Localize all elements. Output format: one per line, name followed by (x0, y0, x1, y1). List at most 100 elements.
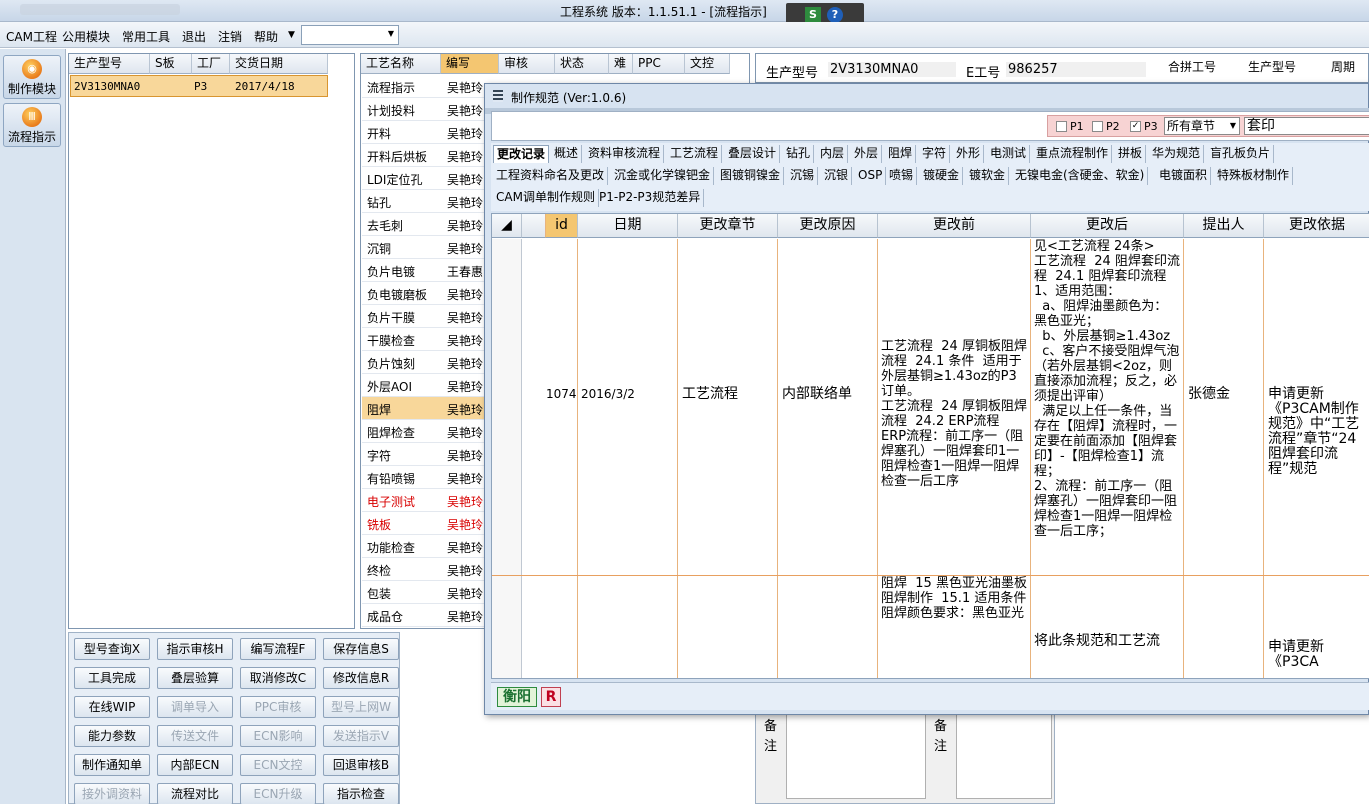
col-header-doc-control[interactable]: 文控 (685, 54, 730, 74)
model-grid[interactable]: 生产型号 S板 工厂 交货日期 2V3130MNA0 P3 2017/4/18 (68, 53, 355, 629)
cell-id-2[interactable] (546, 576, 578, 678)
col-header-s-board[interactable]: S板 (150, 54, 192, 74)
tab[interactable]: OSP (855, 167, 887, 185)
search-input[interactable]: 套印 (1244, 117, 1369, 135)
col-header-model[interactable]: 生产型号 (69, 54, 150, 74)
menu-common-modules[interactable]: 公用模块 (62, 28, 110, 45)
tab[interactable]: 镀软金 (966, 167, 1010, 185)
menu-cam[interactable]: CAM工程 (6, 28, 57, 45)
tab[interactable]: 外形 (953, 145, 985, 163)
col-header-ppc[interactable]: PPC (633, 54, 685, 74)
action-button[interactable]: 型号上网W (323, 696, 399, 718)
action-button[interactable]: 发送指示V (323, 725, 399, 747)
tab[interactable]: 字符 (919, 145, 951, 163)
tab[interactable]: 钻孔 (783, 145, 815, 163)
cell-proposer[interactable]: 张德金 (1184, 239, 1264, 575)
row-header-corner[interactable]: ◢ (492, 214, 522, 238)
action-button[interactable]: 接外调资料 (74, 783, 150, 804)
tab[interactable]: 图镀铜镍金 (717, 167, 785, 185)
menu-exit[interactable]: 退出 (182, 28, 206, 45)
col-header-difficulty[interactable]: 难 (609, 54, 633, 74)
tab[interactable]: 喷锡 (886, 167, 918, 185)
tab[interactable]: 工程资料命名及更改 (493, 167, 609, 185)
tab[interactable]: 外层 (851, 145, 883, 163)
cell-reason[interactable]: 内部联络单 (778, 239, 878, 575)
tab[interactable]: 电测试 (987, 145, 1031, 163)
change-log-table[interactable]: ◢ id 日期 更改章节 更改原因 更改前 更改后 提出人 更改依据 1074 2016/3/… (491, 213, 1369, 679)
remark-field-2[interactable] (956, 713, 1052, 799)
cell-after-2[interactable]: 将此条规范和工艺流 (1031, 576, 1184, 678)
action-button[interactable]: 指示审核H (157, 638, 233, 660)
action-button[interactable]: 传送文件 (157, 725, 233, 747)
tab[interactable]: 资料审核流程 (585, 145, 665, 163)
tab[interactable]: 盲孔板负片 (1207, 145, 1275, 163)
tab[interactable]: 无镍电金(含硬金、软金) (1012, 167, 1149, 185)
tab[interactable]: 华为规范 (1149, 145, 1205, 163)
col-header-writer[interactable]: 编写 (441, 54, 499, 74)
tab[interactable]: 沉银 (821, 167, 853, 185)
p1-checkbox[interactable] (1056, 121, 1067, 132)
action-button[interactable]: 编写流程F (240, 638, 316, 660)
menu-tools[interactable]: 常用工具 (122, 28, 170, 45)
spec-dialog[interactable]: 制作规范 (Ver:1.0.6) P1 P2 ✓ P3 所有章节 ▼ 套印 更改记录… (484, 83, 1369, 715)
menu-combo[interactable]: ▼ (301, 25, 399, 45)
action-button[interactable]: 调单导入 (157, 696, 233, 718)
menu-logout[interactable]: 注销 (218, 28, 242, 45)
tab[interactable]: 阻焊 (885, 145, 917, 163)
tab[interactable]: 叠层设计 (725, 145, 781, 163)
column-header[interactable]: 更改后 (1031, 214, 1184, 238)
action-button[interactable]: 流程对比 (157, 783, 233, 804)
column-header[interactable]: 更改依据 (1264, 214, 1369, 238)
column-header[interactable]: id (546, 214, 578, 238)
tab[interactable]: 更改记录 (493, 145, 550, 163)
action-button[interactable]: 保存信息S (323, 638, 399, 660)
menu-help[interactable]: 帮助 (254, 28, 278, 45)
cell-proposer-2[interactable] (1184, 576, 1264, 678)
tab[interactable]: 沉锡 (787, 167, 819, 185)
column-header[interactable]: 更改章节 (678, 214, 778, 238)
col-header-plant[interactable]: 工厂 (192, 54, 230, 74)
cell-basis-2[interactable]: 申请更新《P3CA (1264, 576, 1369, 678)
cell-before-2[interactable]: 阻焊 15 黑色亚光油墨板阻焊制作 15.1 适用条件 阻焊颜色要求：黑色亚光 (878, 576, 1031, 678)
help-icon[interactable]: ? (827, 7, 843, 23)
remark-field-1[interactable] (786, 713, 926, 799)
action-button[interactable]: 取消修改C (240, 667, 316, 689)
action-button[interactable]: ECN升级 (240, 783, 316, 804)
tab[interactable]: 拼板 (1115, 145, 1147, 163)
cell-date-2[interactable] (578, 576, 678, 678)
chapter-select[interactable]: 所有章节 ▼ (1164, 117, 1240, 135)
tab[interactable]: 内层 (817, 145, 849, 163)
col-header-status[interactable]: 状态 (555, 54, 609, 74)
action-button[interactable]: 制作通知单 (74, 754, 150, 776)
col-header-model-2[interactable]: 生产型号 (1248, 58, 1296, 75)
action-button[interactable]: ECN文控 (240, 754, 316, 776)
tab[interactable]: 工艺流程 (667, 145, 723, 163)
tab[interactable]: 重点流程制作 (1033, 145, 1113, 163)
cell-chapter-2[interactable] (678, 576, 778, 678)
action-button[interactable]: 在线WIP (74, 696, 150, 718)
column-header[interactable]: 更改原因 (778, 214, 878, 238)
col-header-delivery-date[interactable]: 交货日期 (230, 54, 328, 74)
action-button[interactable]: ECN影响 (240, 725, 316, 747)
action-button[interactable]: PPC审核 (240, 696, 316, 718)
tab[interactable]: 电镀面积 (1156, 167, 1212, 185)
column-header[interactable]: 日期 (578, 214, 678, 238)
action-button[interactable]: 工具完成 (74, 667, 150, 689)
action-button[interactable]: 指示检查 (323, 783, 399, 804)
tab[interactable]: 镀硬金 (920, 167, 964, 185)
tab[interactable]: 概述 (551, 145, 583, 163)
cell-id[interactable]: 1074 (546, 239, 578, 575)
chevron-down-icon[interactable]: ▼ (288, 30, 295, 40)
tab[interactable]: CAM调单制作规则 (493, 189, 599, 207)
make-module-button[interactable]: ◉ 制作模块 (3, 55, 61, 99)
p3-checkbox[interactable]: ✓ (1130, 121, 1141, 132)
action-button[interactable]: 能力参数 (74, 725, 150, 747)
action-button[interactable]: 型号查询X (74, 638, 150, 660)
cell-reason-2[interactable] (778, 576, 878, 678)
table-row[interactable]: 2V3130MNA0 P3 2017/4/18 (70, 75, 328, 97)
action-button[interactable]: 修改信息R (323, 667, 399, 689)
col-header-review[interactable]: 审核 (499, 54, 555, 74)
col-header-period[interactable]: 周期 (1331, 58, 1355, 75)
cell-before[interactable]: 工艺流程 24 厚铜板阻焊流程 24.1 条件 适用于外层基铜≥1.43oz的P… (878, 239, 1031, 575)
dialog-menu-icon[interactable] (493, 90, 503, 102)
